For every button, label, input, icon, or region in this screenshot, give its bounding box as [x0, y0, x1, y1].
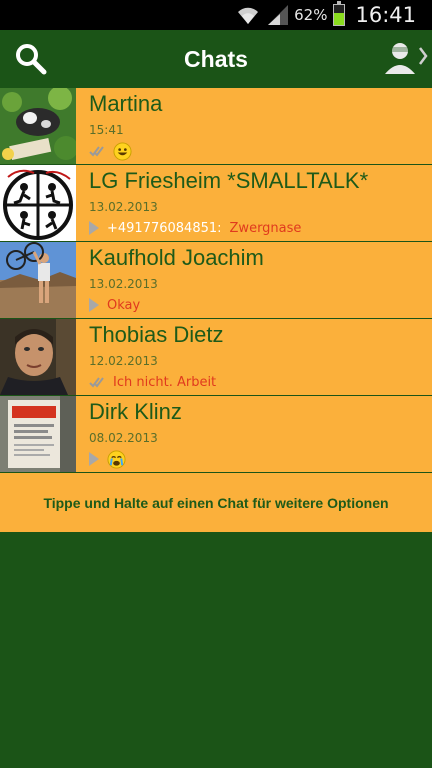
battery-percent: 62% — [294, 6, 328, 24]
message-sender: +491776084851: — [107, 220, 222, 236]
battery-icon — [333, 1, 346, 26]
wifi-icon — [238, 7, 259, 25]
crying-face-icon — [107, 449, 126, 469]
chat-preview: +491776084851: Zwergnase — [89, 218, 301, 238]
clock: 16:41 — [355, 3, 416, 27]
avatar[interactable] — [0, 88, 76, 164]
chat-row[interactable]: LG Friesheim *SMALLTALK* 13.02.2013 +491… — [0, 165, 432, 242]
message-preview: Okay — [107, 297, 141, 313]
double-check-icon — [89, 146, 104, 157]
page-title: Chats — [184, 45, 248, 72]
avatar-image — [0, 242, 76, 318]
hint-text: Tippe und Halte auf einen Chat für weite… — [0, 473, 432, 532]
chat-timestamp: 13.02.2013 — [89, 277, 158, 291]
contact-icon[interactable] — [382, 38, 428, 80]
chat-name: Martina — [89, 91, 163, 116]
chat-row[interactable]: Kaufhold Joachim 13.02.2013 Okay — [0, 242, 432, 319]
chat-row[interactable]: Martina 15:41 — [0, 88, 432, 165]
chat-name: LG Friesheim *SMALLTALK* — [89, 168, 369, 193]
app-bar: Chats — [0, 30, 432, 88]
chat-preview: Okay — [89, 295, 140, 315]
search-icon[interactable] — [14, 42, 48, 76]
smiling-face-icon — [113, 141, 132, 161]
avatar-image — [0, 165, 76, 241]
chat-preview — [89, 141, 132, 161]
chat-preview — [89, 449, 126, 469]
chat-timestamp: 13.02.2013 — [89, 200, 158, 214]
chat-timestamp: 08.02.2013 — [89, 431, 158, 445]
avatar-image — [0, 88, 76, 164]
avatar-image — [0, 396, 76, 472]
chat-row[interactable]: Thobias Dietz 12.02.2013 Ich nicht. Arbe… — [0, 319, 432, 396]
chat-name: Thobias Dietz — [89, 322, 224, 347]
avatar[interactable] — [0, 319, 76, 395]
play-icon — [89, 221, 99, 235]
double-check-icon — [89, 377, 104, 388]
avatar[interactable] — [0, 242, 76, 318]
chat-row[interactable]: Dirk Klinz 08.02.2013 — [0, 396, 432, 473]
status-bar: 62% 16:41 — [0, 0, 432, 30]
play-icon — [89, 298, 99, 312]
chat-name: Kaufhold Joachim — [89, 245, 264, 270]
chat-timestamp: 12.02.2013 — [89, 354, 158, 368]
avatar-image — [0, 319, 76, 395]
chat-list: Martina 15:41 LG Friesheim *SMALLTALK* 1… — [0, 88, 432, 473]
chat-name: Dirk Klinz — [89, 399, 182, 424]
signal-icon — [268, 5, 289, 25]
avatar[interactable] — [0, 165, 76, 241]
message-preview: Zwergnase — [229, 220, 302, 236]
message-preview: Ich nicht. Arbeit — [113, 374, 217, 390]
play-icon — [89, 452, 99, 466]
chat-preview: Ich nicht. Arbeit — [89, 372, 216, 392]
chat-timestamp: 15:41 — [89, 123, 124, 137]
avatar[interactable] — [0, 396, 76, 472]
